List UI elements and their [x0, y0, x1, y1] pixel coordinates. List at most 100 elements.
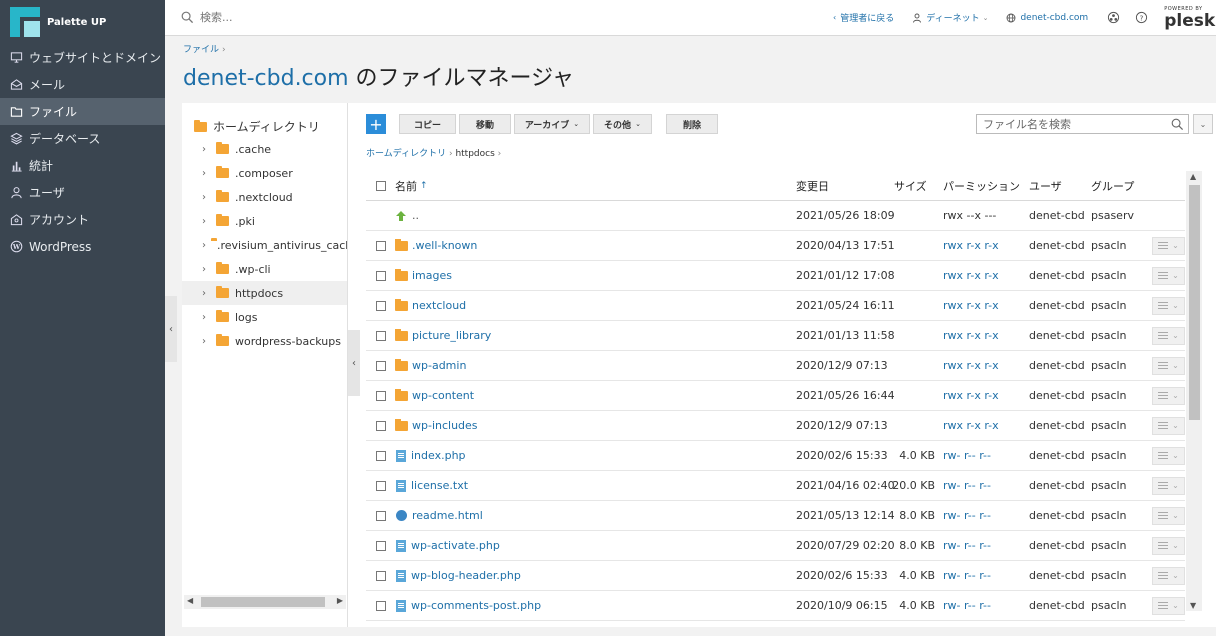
row-checkbox[interactable]	[375, 330, 386, 341]
scroll-down-icon[interactable]: ▼	[1190, 601, 1196, 610]
row-permissions[interactable]: rwx r-x r-x	[943, 299, 1029, 312]
row-permissions[interactable]: rw- r-- r--	[943, 569, 1029, 582]
table-vertical-scrollbar[interactable]: ▲ ▼	[1186, 171, 1202, 611]
row-permissions[interactable]: rwx r-x r-x	[943, 239, 1029, 252]
chevron-right-icon[interactable]: ›	[202, 168, 211, 179]
row-menu-button[interactable]: ⌄	[1152, 236, 1185, 255]
row-menu-button[interactable]: ⌄	[1152, 326, 1185, 345]
col-name[interactable]: 名前 ↑	[395, 178, 796, 194]
row-permissions[interactable]: rwx r-x r-x	[943, 269, 1029, 282]
scroll-left-icon[interactable]: ◀	[187, 596, 193, 605]
tree-item[interactable]: › logs	[182, 305, 347, 329]
delete-button[interactable]: 削除	[666, 114, 718, 134]
table-row[interactable]: wp-content 2021/05/26 16:44 rwx r-x r-x den…	[366, 381, 1185, 411]
row-checkbox[interactable]	[375, 450, 386, 461]
col-user[interactable]: ユーザ	[1029, 178, 1091, 194]
table-row[interactable]: license.txt 2021/04/16 02:40 20.0 KB rw- r-…	[366, 471, 1185, 501]
search-input[interactable]	[200, 11, 500, 24]
row-menu-button[interactable]: ⌄	[1152, 536, 1185, 555]
row-name-link[interactable]: wp-content	[412, 389, 474, 402]
tree-collapse-toggle[interactable]: ‹	[348, 330, 360, 396]
sidebar-item-account[interactable]: アカウント	[0, 206, 165, 233]
path-home-link[interactable]: ホームディレクトリ	[366, 149, 446, 159]
table-row[interactable]: wp-comments-post.php 2020/10/9 06:15 4.0 K…	[366, 591, 1185, 621]
row-name-link[interactable]: images	[412, 269, 452, 282]
row-permissions[interactable]: rwx r-x r-x	[943, 389, 1029, 402]
row-checkbox[interactable]	[375, 540, 386, 551]
sidebar-item-folder[interactable]: ファイル	[0, 98, 165, 125]
row-menu-button[interactable]: ⌄	[1152, 596, 1185, 615]
row-checkbox[interactable]	[375, 270, 386, 281]
row-name-link[interactable]: wp-activate.php	[411, 539, 500, 552]
col-permissions[interactable]: パーミッション	[943, 178, 1029, 194]
tree-horizontal-scrollbar[interactable]: ◀ ▶	[184, 595, 346, 609]
table-row[interactable]: wp-admin 2020/12/9 07:13 rwx r-x r-x denet-…	[366, 351, 1185, 381]
row-menu-button[interactable]: ⌄	[1152, 356, 1185, 375]
search-icon[interactable]	[1171, 118, 1184, 131]
tree-item[interactable]: › .revisium_antivirus_cache	[182, 233, 347, 257]
row-permissions[interactable]: rw- r-- r--	[943, 449, 1029, 462]
scroll-up-icon[interactable]: ▲	[1190, 172, 1196, 181]
breadcrumb-files-link[interactable]: ファイル	[183, 45, 219, 55]
row-name-link[interactable]: ..	[412, 209, 419, 222]
row-menu-button[interactable]: ⌄	[1152, 416, 1185, 435]
row-checkbox[interactable]	[375, 480, 386, 491]
row-name-link[interactable]: .well-known	[412, 239, 477, 252]
row-menu-button[interactable]: ⌄	[1152, 266, 1185, 285]
table-row[interactable]: nextcloud 2021/05/24 16:11 rwx r-x r-x dene…	[366, 291, 1185, 321]
table-scroll-thumb[interactable]	[1189, 185, 1200, 420]
tree-root-home[interactable]: ホームディレクトリ	[194, 118, 320, 135]
table-row[interactable]: .. 2021/05/26 18:09 rwx --x --- denet-cbd ps…	[366, 201, 1185, 231]
row-menu-button[interactable]: ⌄	[1152, 296, 1185, 315]
select-all-checkbox[interactable]	[375, 180, 386, 191]
row-checkbox[interactable]	[375, 360, 386, 371]
help-icon[interactable]: ?	[1134, 11, 1148, 25]
table-row[interactable]: picture_library 2021/01/13 11:58 rwx r-x r…	[366, 321, 1185, 351]
chevron-right-icon[interactable]: ›	[202, 240, 206, 251]
table-row[interactable]: images 2021/01/12 17:08 rwx r-x r-x denet-c…	[366, 261, 1185, 291]
row-checkbox[interactable]	[375, 420, 386, 431]
copy-button[interactable]: コピー	[399, 114, 456, 134]
row-name-link[interactable]: readme.html	[412, 509, 483, 522]
other-button[interactable]: その他 ⌄	[593, 114, 652, 134]
tree-scroll-thumb[interactable]	[201, 597, 325, 607]
tree-item[interactable]: › .wp-cli	[182, 257, 347, 281]
row-name-link[interactable]: nextcloud	[412, 299, 466, 312]
move-button[interactable]: 移動	[459, 114, 511, 134]
tree-item[interactable]: › .nextcloud	[182, 185, 347, 209]
row-permissions[interactable]: rw- r-- r--	[943, 479, 1029, 492]
table-row[interactable]: readme.html 2021/05/13 12:14 8.0 KB rw- r--…	[366, 501, 1185, 531]
brand[interactable]: Palette UP	[0, 0, 165, 44]
row-checkbox[interactable]	[375, 600, 386, 611]
table-row[interactable]: index.php 2020/02/6 15:33 4.0 KB rw- r-- r-…	[366, 441, 1185, 471]
user-menu[interactable]: ディーネット ⌄	[912, 11, 988, 24]
row-permissions[interactable]: rw- r-- r--	[943, 539, 1029, 552]
row-permissions[interactable]: rwx r-x r-x	[943, 419, 1029, 432]
row-name-link[interactable]: wp-includes	[412, 419, 478, 432]
col-group[interactable]: グループ	[1091, 178, 1145, 194]
row-menu-button[interactable]: ⌄	[1152, 506, 1185, 525]
domain-link[interactable]: denet-cbd.com	[1006, 13, 1088, 23]
row-name-link[interactable]: wp-blog-header.php	[411, 569, 521, 582]
sidebar-item-monitor[interactable]: ウェブサイトとドメイン	[0, 44, 165, 71]
row-name-link[interactable]: picture_library	[412, 329, 491, 342]
chevron-right-icon[interactable]: ›	[202, 312, 211, 323]
row-checkbox[interactable]	[375, 570, 386, 581]
row-name-link[interactable]: index.php	[411, 449, 466, 462]
tree-item[interactable]: › .cache	[182, 137, 347, 161]
sidebar-item-mail[interactable]: メール	[0, 71, 165, 98]
row-checkbox[interactable]	[375, 390, 386, 401]
chevron-right-icon[interactable]: ›	[202, 192, 211, 203]
chevron-right-icon[interactable]: ›	[202, 144, 211, 155]
row-checkbox[interactable]	[375, 300, 386, 311]
chevron-right-icon[interactable]: ›	[202, 336, 211, 347]
sidebar-item-wordpress[interactable]: W WordPress	[0, 233, 165, 260]
tree-item[interactable]: › httpdocs	[182, 281, 347, 305]
row-menu-button[interactable]: ⌄	[1152, 446, 1185, 465]
chevron-right-icon[interactable]: ›	[202, 288, 211, 299]
row-checkbox[interactable]	[375, 510, 386, 521]
row-permissions[interactable]: rw- r-- r--	[943, 509, 1029, 522]
table-row[interactable]: .well-known 2020/04/13 17:51 rwx r-x r-x de…	[366, 231, 1185, 261]
col-size[interactable]: サイズ	[892, 178, 943, 194]
sidebar-item-user[interactable]: ユーザ	[0, 179, 165, 206]
